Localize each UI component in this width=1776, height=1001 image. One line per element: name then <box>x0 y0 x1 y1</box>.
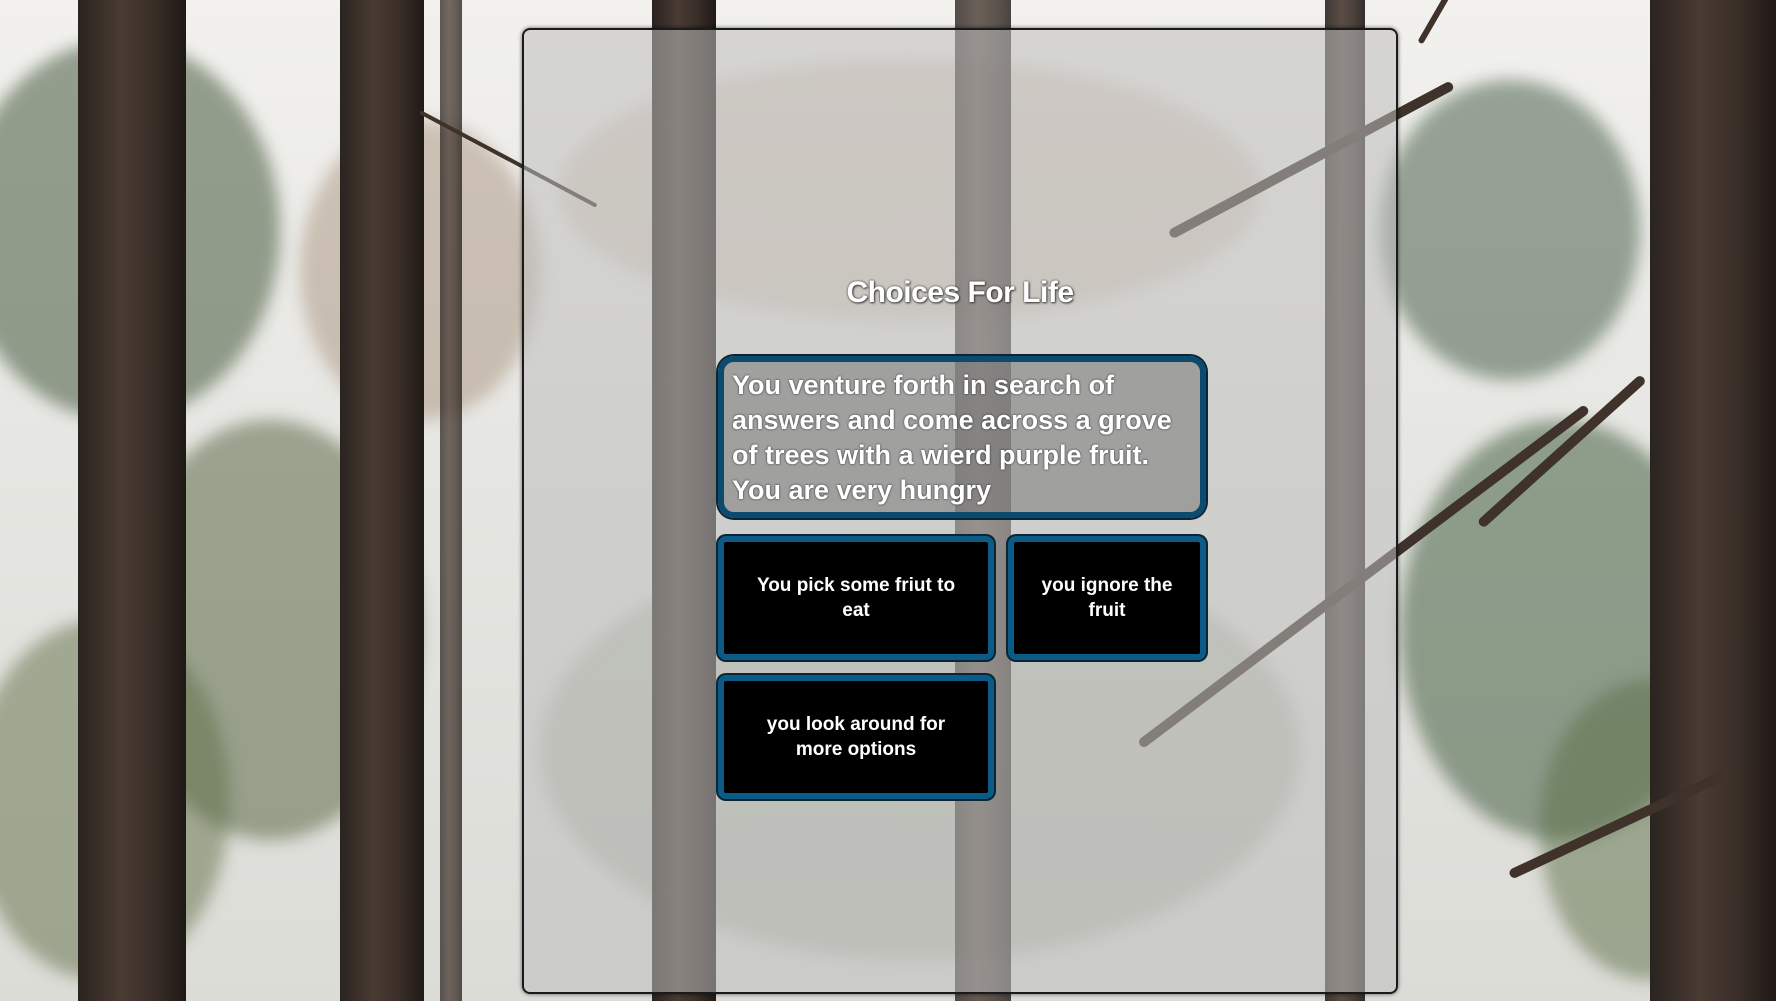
story-text-box: You venture forth in search of answers a… <box>718 356 1206 518</box>
choice-look-around-button[interactable]: you look around for more options <box>718 675 994 799</box>
choice-pick-fruit-button[interactable]: You pick some friut to eat <box>718 536 994 660</box>
choice-ignore-fruit-button[interactable]: you ignore the fruit <box>1008 536 1206 660</box>
game-panel: Choices For Life You venture forth in se… <box>522 28 1398 994</box>
game-title: Choices For Life <box>846 276 1074 309</box>
